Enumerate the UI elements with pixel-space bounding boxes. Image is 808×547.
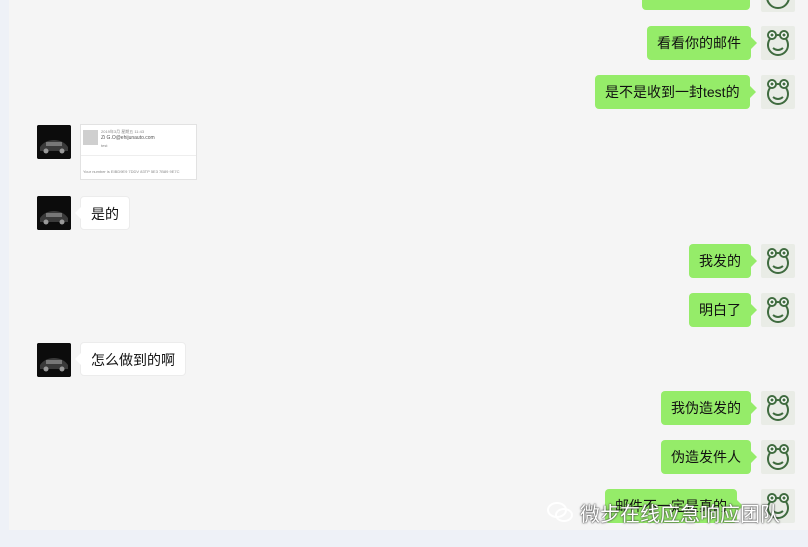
message-text: 明白了 [699,302,741,318]
wechat-logo-icon [547,502,573,522]
contact-avatar[interactable] [37,196,71,230]
message-bubble[interactable]: 怎么做到的啊 [75,342,186,376]
message-bubble[interactable]: 看看你的邮件 [647,26,757,60]
message-bubble[interactable]: 我发的 [689,244,757,278]
contact-avatar[interactable] [37,343,71,377]
cartoon-frog-icon [767,30,789,56]
chat-window[interactable]: 看看你的邮件 是不是收到一封test的 2019年3月 星期五 11:43 Zi… [9,0,808,530]
user-avatar[interactable] [761,391,795,425]
message-bubble-partial[interactable] [642,0,750,10]
cartoon-frog-icon [767,79,789,105]
car-photo-icon [37,196,71,230]
car-photo-icon [37,343,71,377]
message-text: 我发的 [699,253,741,269]
cartoon-frog-icon [766,0,790,9]
message-bubble[interactable]: 明白了 [689,293,757,327]
message-text: 是不是收到一封test的 [605,84,740,100]
email-subject: test [101,143,108,148]
cartoon-frog-icon [767,444,789,470]
message-bubble[interactable]: 是的 [75,196,130,230]
user-avatar[interactable] [761,440,795,474]
user-avatar[interactable] [761,244,795,278]
user-avatar[interactable] [761,75,795,109]
message-bubble[interactable]: 我伪造发的 [661,391,757,425]
email-sender: Zi G.O@ehijunauto.com [101,135,155,141]
message-text: 看看你的邮件 [657,35,741,51]
watermark-text: 微步在线应急响应团队 [580,503,780,526]
message-bubble[interactable]: 伪造发件人 [661,440,757,474]
email-divider [81,155,196,156]
email-avatar [83,130,98,145]
contact-avatar[interactable] [37,125,71,159]
cartoon-frog-icon [767,248,789,274]
user-avatar[interactable] [761,0,795,12]
user-avatar[interactable] [761,26,795,60]
message-bubble[interactable]: 是不是收到一封test的 [595,75,756,109]
message-text: 怎么做到的啊 [91,352,175,368]
cartoon-frog-icon [767,395,789,421]
message-text: 伪造发件人 [671,449,741,465]
message-text: 是的 [91,206,119,222]
cartoon-frog-icon [767,297,789,323]
user-avatar[interactable] [761,293,795,327]
message-text: 我伪造发的 [671,400,741,416]
email-screenshot-image[interactable]: 2019年3月 星期五 11:43 Zi G.O@ehijunauto.com … [80,124,197,180]
car-photo-icon [37,125,71,159]
watermark: 微步在线应急响应团队 [546,497,780,527]
email-body: Your number is EIBD9E9 7DDV 83TP 5E3 7B8… [83,169,180,174]
